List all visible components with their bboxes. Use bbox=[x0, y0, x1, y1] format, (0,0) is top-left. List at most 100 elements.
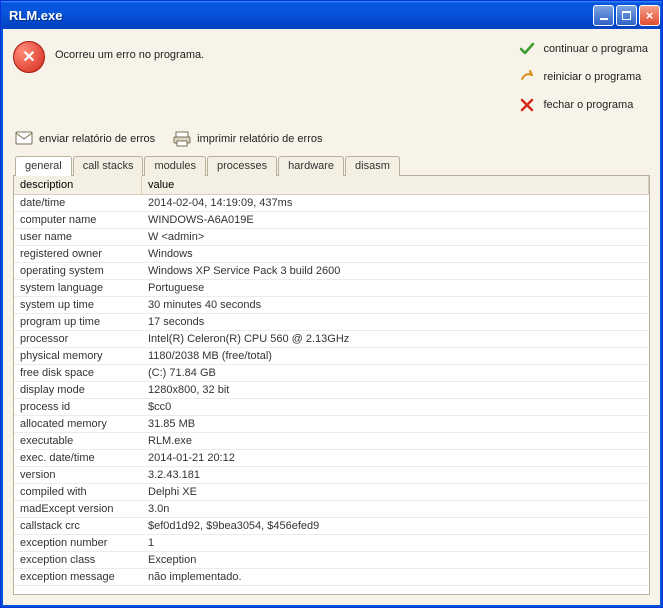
row-value: RLM.exe bbox=[142, 433, 649, 449]
row-value: 1 bbox=[142, 535, 649, 551]
restart-arrow-icon bbox=[519, 69, 535, 85]
row-description: exec. date/time bbox=[14, 450, 142, 466]
minimize-button[interactable] bbox=[593, 5, 614, 26]
row-value: Intel(R) Celeron(R) CPU 560 @ 2.13GHz bbox=[142, 331, 649, 347]
row-value: $ef0d1d92, $9bea3054, $456efed9 bbox=[142, 518, 649, 534]
tab-processes[interactable]: processes bbox=[207, 156, 277, 176]
tab-disasm[interactable]: disasm bbox=[345, 156, 400, 176]
row-description: madExcept version bbox=[14, 501, 142, 517]
restart-program-link[interactable]: reiniciar o programa bbox=[517, 65, 650, 89]
row-description: callstack crc bbox=[14, 518, 142, 534]
table-row[interactable]: operating systemWindows XP Service Pack … bbox=[14, 263, 649, 280]
row-description: free disk space bbox=[14, 365, 142, 381]
table-row[interactable]: user nameW <admin> bbox=[14, 229, 649, 246]
table-row[interactable]: exception messagenão implementado. bbox=[14, 569, 649, 586]
table-row[interactable]: system languagePortuguese bbox=[14, 280, 649, 297]
table-row[interactable]: allocated memory31.85 MB bbox=[14, 416, 649, 433]
table-row[interactable]: process id$cc0 bbox=[14, 399, 649, 416]
tab-general[interactable]: general bbox=[15, 156, 72, 176]
row-value: 2014-01-21 20:12 bbox=[142, 450, 649, 466]
row-value: (C:) 71.84 GB bbox=[142, 365, 649, 381]
x-icon bbox=[519, 97, 535, 113]
error-dialog-window: RLM.exe × ✕ Ocorreu um erro no programa.… bbox=[0, 0, 663, 608]
window-controls: × bbox=[593, 5, 660, 26]
continue-program-link[interactable]: continuar o programa bbox=[517, 37, 650, 61]
close-label: fechar o programa bbox=[543, 99, 633, 111]
row-description: exception number bbox=[14, 535, 142, 551]
tab-strip: general call stacks modules processes ha… bbox=[15, 155, 650, 175]
row-value: Delphi XE bbox=[142, 484, 649, 500]
table-row[interactable]: display mode1280x800, 32 bit bbox=[14, 382, 649, 399]
row-description: compiled with bbox=[14, 484, 142, 500]
table-row[interactable]: free disk space(C:) 71.84 GB bbox=[14, 365, 649, 382]
table-row[interactable]: version3.2.43.181 bbox=[14, 467, 649, 484]
print-report-link[interactable]: imprimir relatório de erros bbox=[173, 131, 322, 147]
table-row[interactable]: system up time30 minutes 40 seconds bbox=[14, 297, 649, 314]
table-row[interactable]: callstack crc$ef0d1d92, $9bea3054, $456e… bbox=[14, 518, 649, 535]
message-area: ✕ Ocorreu um erro no programa. bbox=[13, 37, 507, 117]
check-icon bbox=[519, 41, 535, 57]
client-area: ✕ Ocorreu um erro no programa. continuar… bbox=[1, 29, 662, 607]
row-value: 1180/2038 MB (free/total) bbox=[142, 348, 649, 364]
send-report-label: enviar relatório de erros bbox=[39, 133, 155, 145]
table-row[interactable]: program up time17 seconds bbox=[14, 314, 649, 331]
row-value: 2014-02-04, 14:19:09, 437ms bbox=[142, 195, 649, 211]
row-description: process id bbox=[14, 399, 142, 415]
table-row[interactable]: madExcept version3.0n bbox=[14, 501, 649, 518]
table-row[interactable]: compiled withDelphi XE bbox=[14, 484, 649, 501]
row-description: system language bbox=[14, 280, 142, 296]
row-description: system up time bbox=[14, 297, 142, 313]
close-program-link[interactable]: fechar o programa bbox=[517, 93, 650, 117]
toolbar: enviar relatório de erros imprimir relat… bbox=[15, 131, 650, 147]
row-description: processor bbox=[14, 331, 142, 347]
row-description: allocated memory bbox=[14, 416, 142, 432]
grid-body[interactable]: date/time2014-02-04, 14:19:09, 437mscomp… bbox=[14, 195, 649, 594]
row-description: executable bbox=[14, 433, 142, 449]
row-value: Exception bbox=[142, 552, 649, 568]
table-row[interactable]: processorIntel(R) Celeron(R) CPU 560 @ 2… bbox=[14, 331, 649, 348]
maximize-button[interactable] bbox=[616, 5, 637, 26]
grid-header: description value bbox=[14, 176, 649, 195]
error-icon: ✕ bbox=[13, 41, 45, 73]
table-row[interactable]: date/time2014-02-04, 14:19:09, 437ms bbox=[14, 195, 649, 212]
row-description: operating system bbox=[14, 263, 142, 279]
row-value: 1280x800, 32 bit bbox=[142, 382, 649, 398]
row-description: exception message bbox=[14, 569, 142, 585]
print-report-label: imprimir relatório de erros bbox=[197, 133, 322, 145]
row-description: registered owner bbox=[14, 246, 142, 262]
close-button[interactable]: × bbox=[639, 5, 660, 26]
row-value: 3.2.43.181 bbox=[142, 467, 649, 483]
table-row[interactable]: exception classException bbox=[14, 552, 649, 569]
table-row[interactable]: registered ownerWindows bbox=[14, 246, 649, 263]
row-value: 30 minutes 40 seconds bbox=[142, 297, 649, 313]
row-description: version bbox=[14, 467, 142, 483]
continue-label: continuar o programa bbox=[543, 43, 648, 55]
tab-callstacks[interactable]: call stacks bbox=[73, 156, 144, 176]
row-description: display mode bbox=[14, 382, 142, 398]
row-description: physical memory bbox=[14, 348, 142, 364]
row-description: user name bbox=[14, 229, 142, 245]
row-value: não implementado. bbox=[142, 569, 649, 585]
table-row[interactable]: executableRLM.exe bbox=[14, 433, 649, 450]
tab-hardware[interactable]: hardware bbox=[278, 156, 344, 176]
row-value: Portuguese bbox=[142, 280, 649, 296]
row-value: WINDOWS-A6A019E bbox=[142, 212, 649, 228]
mail-icon bbox=[15, 131, 33, 147]
tab-modules[interactable]: modules bbox=[144, 156, 206, 176]
table-row[interactable]: computer nameWINDOWS-A6A019E bbox=[14, 212, 649, 229]
table-row[interactable]: exception number1 bbox=[14, 535, 649, 552]
column-value[interactable]: value bbox=[142, 176, 649, 194]
column-description[interactable]: description bbox=[14, 176, 142, 194]
row-value: 3.0n bbox=[142, 501, 649, 517]
row-value: Windows XP Service Pack 3 build 2600 bbox=[142, 263, 649, 279]
row-description: date/time bbox=[14, 195, 142, 211]
restart-label: reiniciar o programa bbox=[543, 71, 641, 83]
titlebar[interactable]: RLM.exe × bbox=[1, 1, 662, 29]
send-report-link[interactable]: enviar relatório de erros bbox=[15, 131, 155, 147]
table-row[interactable]: physical memory1180/2038 MB (free/total) bbox=[14, 348, 649, 365]
row-value: W <admin> bbox=[142, 229, 649, 245]
row-description: exception class bbox=[14, 552, 142, 568]
table-row[interactable]: exec. date/time2014-01-21 20:12 bbox=[14, 450, 649, 467]
window-title: RLM.exe bbox=[9, 8, 593, 23]
row-description: computer name bbox=[14, 212, 142, 228]
